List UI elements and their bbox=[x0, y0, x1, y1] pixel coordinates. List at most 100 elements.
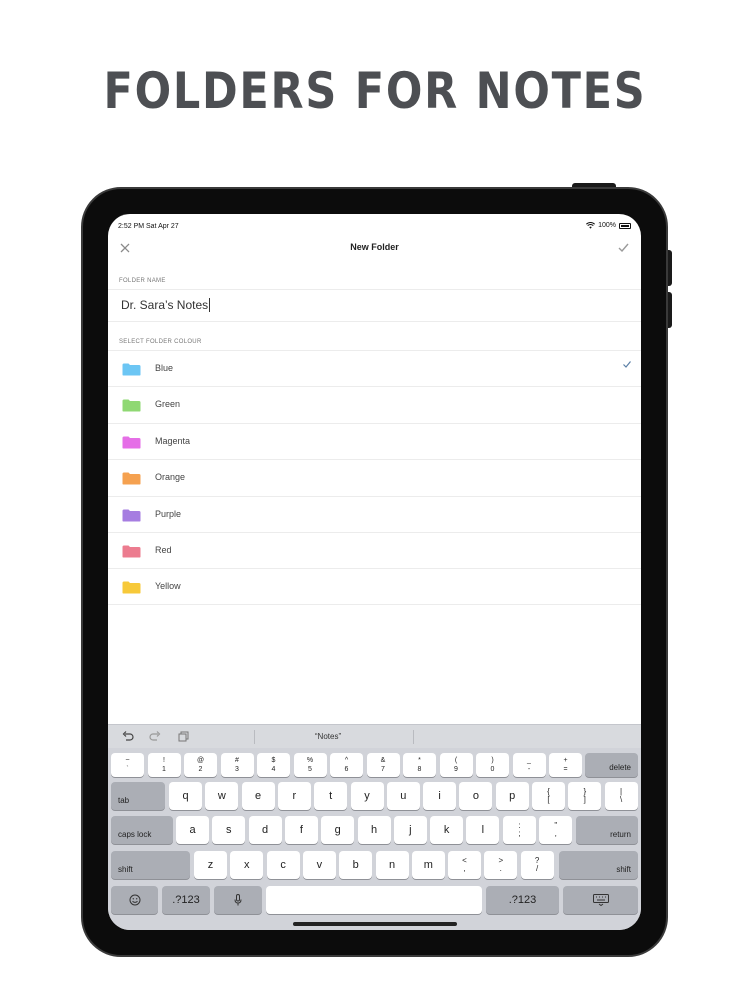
key-7[interactable]: & 7 bbox=[366, 753, 400, 777]
colour-list: Blue Green Magenta Orange Purple Red Yellow bbox=[108, 350, 641, 605]
key-,[interactable]: ", bbox=[539, 816, 573, 844]
key->[interactable]: >. bbox=[484, 851, 518, 879]
key-[[interactable]: {[ bbox=[532, 782, 565, 810]
key-\[interactable]: | \ bbox=[604, 782, 638, 810]
keyboard: “Notes” ~ `! 1 @2 #3 $4% 5 ^ 6 & 7 * 8(9) 0 _ - + = delete… bbox=[108, 724, 641, 930]
shift-key-right[interactable]: shift bbox=[559, 851, 638, 879]
colour-option-green[interactable]: Green bbox=[108, 386, 641, 422]
return-key[interactable]: return bbox=[576, 816, 638, 844]
redo-icon[interactable] bbox=[149, 731, 161, 744]
colour-option-label: Green bbox=[155, 399, 181, 410]
undo-icon[interactable] bbox=[122, 731, 134, 744]
key-2[interactable]: @2 bbox=[184, 753, 217, 777]
colour-option-magenta[interactable]: Magenta bbox=[108, 422, 641, 459]
folder-name-field[interactable]: Dr. Sara’s Notes bbox=[108, 289, 641, 322]
key-k[interactable]: k bbox=[430, 816, 464, 844]
key-v[interactable]: v bbox=[302, 851, 336, 879]
key-u[interactable]: u bbox=[386, 782, 420, 810]
caps-lock-key[interactable]: caps lock bbox=[111, 816, 173, 844]
selected-checkmark-icon bbox=[623, 360, 631, 371]
tab-key[interactable]: tab bbox=[111, 782, 165, 810]
done-checkmark-icon[interactable] bbox=[618, 238, 629, 257]
key-j[interactable]: j bbox=[393, 816, 427, 844]
folder-icon bbox=[122, 545, 141, 558]
key-b[interactable]: b bbox=[339, 851, 373, 879]
key-top-glyph: ! bbox=[163, 757, 165, 764]
delete-key[interactable]: delete bbox=[585, 753, 638, 777]
key-w[interactable]: w bbox=[205, 782, 239, 810]
key-bottom-glyph: 8 bbox=[417, 766, 422, 773]
key-t[interactable]: t bbox=[314, 782, 348, 810]
key-f[interactable]: f bbox=[284, 816, 318, 844]
folder-name-value[interactable]: Dr. Sara’s Notes bbox=[121, 298, 210, 312]
colour-option-yellow[interactable]: Yellow bbox=[108, 568, 641, 605]
key-][interactable]: }] bbox=[568, 782, 602, 810]
folder-colour-label: SELECT FOLDER COLOUR bbox=[119, 339, 202, 345]
key-9[interactable]: (9 bbox=[439, 753, 473, 777]
key-5[interactable]: % 5 bbox=[293, 753, 327, 777]
colour-option-blue[interactable]: Blue bbox=[108, 350, 641, 386]
emoji-key[interactable] bbox=[111, 886, 158, 914]
numbers-key-left[interactable]: .?123 bbox=[162, 886, 210, 914]
key-g[interactable]: g bbox=[321, 816, 355, 844]
key-p[interactable]: p bbox=[495, 782, 529, 810]
suggestion-notes[interactable]: “Notes” bbox=[258, 732, 398, 741]
key-4[interactable]: $4 bbox=[257, 753, 290, 777]
status-bar: 2:52 PM Sat Apr 27 100% bbox=[108, 214, 641, 234]
ipad-screen: 2:52 PM Sat Apr 27 100% New Folder FOLDE… bbox=[108, 214, 641, 930]
key-q[interactable]: q bbox=[169, 782, 202, 810]
key-z[interactable]: z bbox=[194, 851, 227, 879]
dictation-key[interactable] bbox=[214, 886, 262, 914]
key-1[interactable]: ! 1 bbox=[147, 753, 181, 777]
colour-option-label: Magenta bbox=[155, 435, 191, 446]
key-3[interactable]: #3 bbox=[220, 753, 254, 777]
key-s[interactable]: s bbox=[212, 816, 246, 844]
key-top-glyph: & bbox=[380, 757, 386, 764]
key-=[interactable]: + = bbox=[549, 753, 582, 777]
keyboard-dismiss-icon bbox=[592, 894, 609, 906]
paste-icon[interactable] bbox=[178, 731, 189, 745]
colour-option-purple[interactable]: Purple bbox=[108, 495, 641, 532]
key-bottom-glyph: 7 bbox=[381, 766, 385, 773]
key-x[interactable]: x bbox=[230, 851, 264, 879]
key-n[interactable]: n bbox=[375, 851, 409, 879]
key-?[interactable]: ? / bbox=[520, 851, 554, 879]
key-8[interactable]: * 8 bbox=[403, 753, 436, 777]
key-h[interactable]: h bbox=[357, 816, 391, 844]
key-r[interactable]: r bbox=[277, 782, 311, 810]
key-bottom-glyph: , bbox=[463, 864, 466, 873]
colour-option-label: Purple bbox=[155, 508, 182, 519]
shift-key-left[interactable]: shift bbox=[111, 851, 190, 879]
status-time: 2:52 PM bbox=[118, 223, 145, 230]
colour-option-orange[interactable]: Orange bbox=[108, 459, 641, 495]
key-d[interactable]: d bbox=[248, 816, 282, 844]
key-l[interactable]: l bbox=[466, 816, 500, 844]
key-a[interactable]: a bbox=[176, 816, 209, 844]
key-i[interactable]: i bbox=[423, 782, 457, 810]
key-top-glyph: _ bbox=[527, 757, 531, 764]
key-bottom-glyph: 3 bbox=[235, 766, 239, 773]
key-0[interactable]: ) 0 bbox=[476, 753, 509, 777]
suggestion-divider bbox=[254, 730, 255, 744]
key-c[interactable]: c bbox=[266, 851, 300, 879]
folder-icon bbox=[122, 509, 141, 522]
space-key[interactable] bbox=[266, 886, 482, 914]
key-y[interactable]: y bbox=[350, 782, 384, 810]
hide-keyboard-key[interactable] bbox=[563, 886, 638, 914]
key-6[interactable]: ^ 6 bbox=[330, 753, 363, 777]
key-bottom-glyph: 2 bbox=[198, 766, 203, 773]
key-m[interactable]: m bbox=[411, 851, 445, 879]
key-`[interactable]: ~ ` bbox=[111, 753, 144, 777]
key-;[interactable]: :; bbox=[503, 816, 536, 844]
folder-icon bbox=[122, 472, 141, 485]
key-top-glyph: % bbox=[306, 757, 314, 764]
folder-icon bbox=[122, 581, 141, 594]
key-e[interactable]: e bbox=[241, 782, 275, 810]
colour-option-red[interactable]: Red bbox=[108, 531, 641, 568]
numbers-key-right[interactable]: .?123 bbox=[486, 886, 559, 914]
microphone-icon bbox=[234, 894, 242, 906]
wifi-icon bbox=[586, 222, 596, 229]
key-<[interactable]: <, bbox=[448, 851, 481, 879]
key-o[interactable]: o bbox=[459, 782, 493, 810]
key--[interactable]: _ - bbox=[512, 753, 546, 777]
